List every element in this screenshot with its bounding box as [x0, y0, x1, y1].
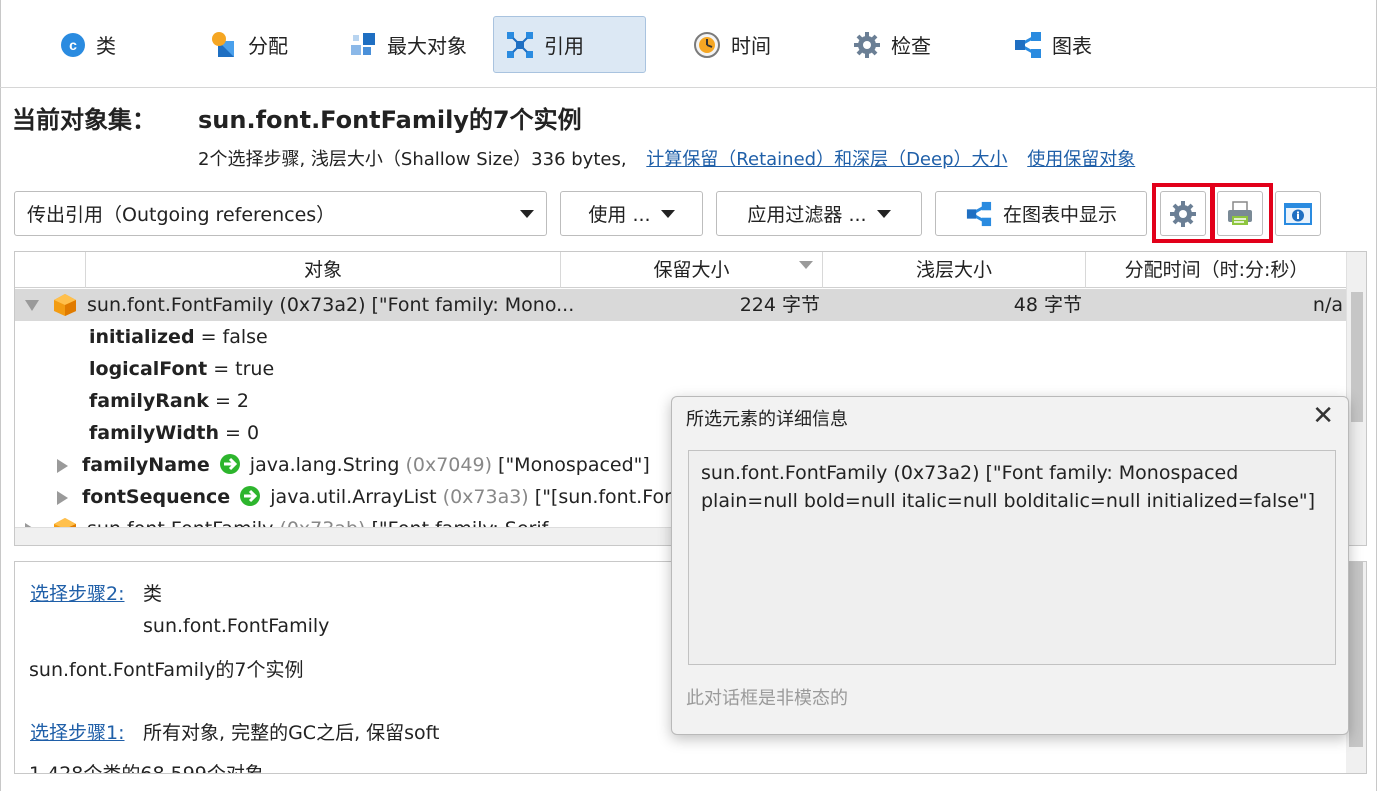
use-retained-link[interactable]: 使用保留对象	[1027, 149, 1135, 170]
tab-time[interactable]: 时间	[681, 16, 783, 73]
calc-retained-link[interactable]: 计算保留（Retained）和深层（Deep）大小	[646, 149, 1007, 170]
step2-result: sun.font.FontFamily的7个实例	[29, 659, 304, 681]
graph-icon	[1015, 31, 1041, 58]
use-button-label: 使用 ...	[588, 204, 651, 226]
dropdown-arrow-icon	[660, 209, 675, 218]
step1-result: 1,428个类的68,599个对象	[29, 763, 264, 774]
field-name: familyRank	[89, 390, 209, 412]
column-retained-label: 保留大小	[653, 259, 730, 281]
tab-classes[interactable]: c 类	[48, 16, 128, 73]
row-shallow: 48 字节	[1013, 294, 1082, 316]
highlight-box	[1152, 183, 1214, 243]
column-shallow-size[interactable]: 浅层大小	[822, 252, 1085, 288]
show-in-graph-label: 在图表中显示	[1002, 204, 1117, 226]
reference-name: familyName	[82, 454, 210, 476]
class-icon: c	[61, 32, 85, 57]
svg-text:c: c	[69, 37, 77, 53]
outgoing-arrow-icon	[240, 486, 261, 506]
allocation-icon	[212, 31, 234, 57]
selection-step2-link[interactable]: 选择步骤2:	[30, 579, 125, 606]
reference-id: (0x7049)	[405, 454, 492, 476]
step2-type: 类	[143, 583, 163, 605]
tab-label: 最大对象	[387, 34, 467, 58]
apply-filter-label: 应用过滤器 ...	[747, 204, 867, 226]
reference-mode-value: 传出引用（Outgoing references）	[27, 204, 336, 226]
row-time: n/a	[1312, 294, 1343, 316]
shallow-size-info: 2个选择步骤, 浅层大小（Shallow Size）336 bytes,	[198, 149, 627, 170]
close-icon[interactable]: ✕	[1312, 401, 1334, 431]
vertical-scrollbar[interactable]	[1346, 252, 1366, 545]
row-retained: 224 字节	[739, 294, 820, 316]
expanded-arrow-icon[interactable]	[25, 300, 39, 311]
graph-icon	[966, 201, 992, 226]
tab-allocations[interactable]: 分配	[198, 16, 300, 73]
row-object: sun.font.FontFamily (0x73a2) ["Font fami…	[87, 294, 575, 316]
current-set-label: 当前对象集：	[12, 106, 156, 134]
column-object[interactable]: 对象	[85, 252, 560, 288]
references-icon	[507, 31, 533, 58]
object-set-info: 2个选择步骤, 浅层大小（Shallow Size）336 bytes, 计算保…	[198, 145, 1135, 171]
reference-value: ["Monospaced"]	[498, 454, 650, 476]
step2-class: sun.font.FontFamily	[143, 615, 330, 637]
apply-filter-button[interactable]: 应用过滤器 ...	[716, 191, 922, 236]
table-header: 对象 保留大小 浅层大小 分配时间（时:分:秒）	[15, 252, 1347, 288]
tab-references[interactable]: 引用	[493, 16, 646, 73]
dropdown-arrow-icon	[520, 209, 534, 218]
field-name: initialized	[89, 326, 195, 348]
info-window-icon	[1284, 202, 1312, 225]
scrollbar-thumb[interactable]	[1349, 562, 1363, 747]
current-set-value: sun.font.FontFamily的7个实例	[198, 106, 582, 134]
biggest-objects-icon	[351, 32, 375, 55]
column-retained-size[interactable]: 保留大小	[560, 252, 822, 288]
column-allocation-time[interactable]: 分配时间（时:分:秒）	[1085, 252, 1347, 288]
tab-label: 图表	[1052, 34, 1092, 58]
show-in-graph-button[interactable]: 在图表中显示	[935, 191, 1147, 236]
tab-label: 时间	[731, 34, 771, 58]
highlight-box	[1211, 183, 1273, 243]
field-value: = true	[207, 358, 275, 380]
collapsed-arrow-icon[interactable]	[57, 491, 68, 505]
tab-biggest-objects[interactable]: 最大对象	[337, 16, 479, 73]
sort-descending-icon	[799, 261, 813, 269]
reference-type: java.lang.String	[249, 454, 400, 476]
tab-label: 引用	[544, 34, 584, 58]
details-text-area[interactable]: sun.font.FontFamily (0x73a2) ["Font fami…	[688, 450, 1336, 665]
tab-label: 分配	[248, 34, 288, 58]
details-dialog: 所选元素的详细信息 ✕ sun.font.FontFamily (0x73a2)…	[671, 396, 1349, 735]
collapsed-arrow-icon[interactable]	[57, 459, 68, 473]
field-value: = 2	[208, 390, 250, 412]
selection-step1-link[interactable]: 选择步骤1:	[30, 718, 125, 745]
view-help-button[interactable]	[1275, 191, 1321, 236]
time-icon	[694, 31, 720, 58]
tab-graph[interactable]: 图表	[1002, 16, 1104, 73]
step1-description: 所有对象, 完整的GC之后, 保留soft	[143, 722, 440, 744]
tab-label: 检查	[891, 34, 931, 58]
tab-inspections[interactable]: 检查	[841, 16, 943, 73]
field-name: familyWidth	[89, 422, 219, 444]
scrollbar-thumb[interactable]	[1351, 292, 1363, 422]
inspections-icon	[854, 31, 880, 58]
field-value: = false	[194, 326, 268, 348]
non-modal-note: 此对话框是非模态的	[686, 688, 848, 709]
dialog-title: 所选元素的详细信息	[686, 409, 848, 430]
dropdown-arrow-icon	[876, 209, 891, 218]
field-row[interactable]: logicalFont = true	[15, 353, 1347, 385]
field-value: = 0	[218, 422, 260, 444]
vertical-scrollbar[interactable]	[1346, 562, 1366, 773]
instance-icon	[54, 294, 76, 316]
outgoing-arrow-icon	[219, 454, 240, 474]
reference-type: java.util.ArrayList	[270, 486, 437, 508]
tab-label: 类	[96, 34, 116, 58]
field-name: logicalFont	[89, 358, 208, 380]
table-row-selected[interactable]: sun.font.FontFamily (0x73a2) ["Font fami…	[15, 289, 1347, 321]
reference-name: fontSequence	[82, 486, 231, 508]
reference-mode-select[interactable]: 传出引用（Outgoing references）	[14, 191, 547, 236]
field-row[interactable]: initialized = false	[15, 321, 1347, 353]
use-button[interactable]: 使用 ...	[560, 191, 703, 236]
view-tabs: c 类 分配 最大对象 引用 时间 检查 图表	[0, 0, 1377, 88]
reference-id: (0x73a3)	[442, 486, 529, 508]
